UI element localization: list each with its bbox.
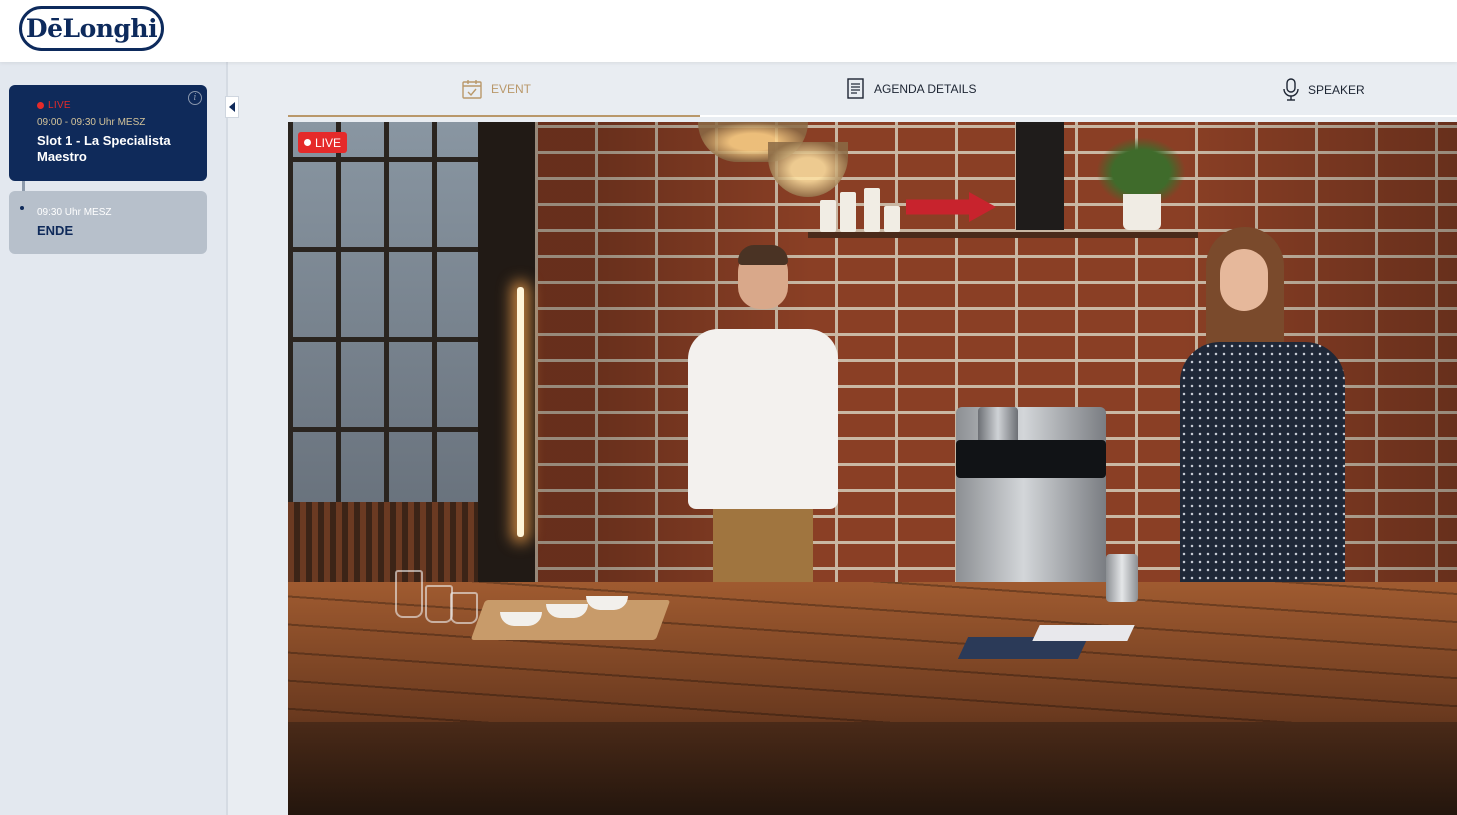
video-light-tube (517, 287, 524, 537)
tab-agenda-label: AGENDA DETAILS (874, 82, 977, 96)
video-plant-pot (1123, 194, 1161, 230)
live-dot-icon (304, 139, 311, 146)
timeline-dot (20, 206, 24, 210)
video-candle (840, 192, 856, 232)
video-window-frame (288, 122, 478, 522)
collapse-sidebar-button[interactable] (225, 96, 239, 118)
agenda-slot-live[interactable]: LIVE i 09:00 - 09:30 Uhr MESZ Slot 1 - L… (9, 85, 207, 181)
video-candle (820, 200, 836, 232)
live-dot-icon (37, 102, 44, 109)
slot-time: 09:30 Uhr MESZ (37, 207, 112, 218)
tab-event[interactable]: EVENT (461, 78, 531, 100)
calendar-check-icon (462, 80, 482, 99)
microphone-icon (1283, 78, 1299, 101)
video-glass (395, 570, 423, 618)
video-live-badge: LIVE (298, 132, 348, 153)
video-shelf (808, 232, 1198, 238)
tab-event-label: EVENT (491, 82, 532, 96)
slot-time: 09:00 - 09:30 Uhr MESZ (37, 117, 146, 128)
video-leaflet (1032, 625, 1135, 641)
live-video-player[interactable]: LIVE (288, 122, 1457, 815)
slot-live-label: LIVE (48, 100, 71, 111)
video-glass (450, 592, 478, 624)
chevron-left-icon (229, 102, 235, 112)
tab-underline-active (288, 115, 700, 117)
info-icon[interactable]: i (188, 91, 202, 105)
video-candle (864, 188, 880, 232)
delonghi-logo[interactable]: DēLonghi (19, 6, 164, 51)
tab-bar: EVENT AGENDA DETAILS SPEAKER (288, 62, 1457, 118)
video-table-front (288, 722, 1457, 815)
slot-live-indicator: LIVE (37, 100, 71, 111)
video-machine-panel (956, 440, 1106, 478)
slot-title: Slot 1 - La Specialista Maestro (37, 133, 171, 164)
video-glass (425, 585, 453, 623)
tab-speaker-label: SPEAKER (1308, 83, 1365, 97)
document-icon (847, 78, 864, 99)
tab-agenda-details[interactable]: AGENDA DETAILS (846, 78, 976, 100)
agenda-slot-end[interactable]: 09:30 Uhr MESZ ENDE (9, 191, 207, 254)
slot-title: ENDE (37, 223, 74, 238)
video-candle (884, 206, 900, 232)
top-header: DēLonghi (0, 0, 1457, 62)
video-presenter-man (658, 245, 868, 587)
logo-text: DēLonghi (25, 14, 158, 43)
video-menu-board (1016, 122, 1064, 230)
video-milk-pitcher (1106, 554, 1138, 602)
tab-speaker[interactable]: SPEAKER (1282, 78, 1365, 102)
video-pillar (478, 122, 535, 642)
video-live-label: LIVE (315, 135, 342, 150)
